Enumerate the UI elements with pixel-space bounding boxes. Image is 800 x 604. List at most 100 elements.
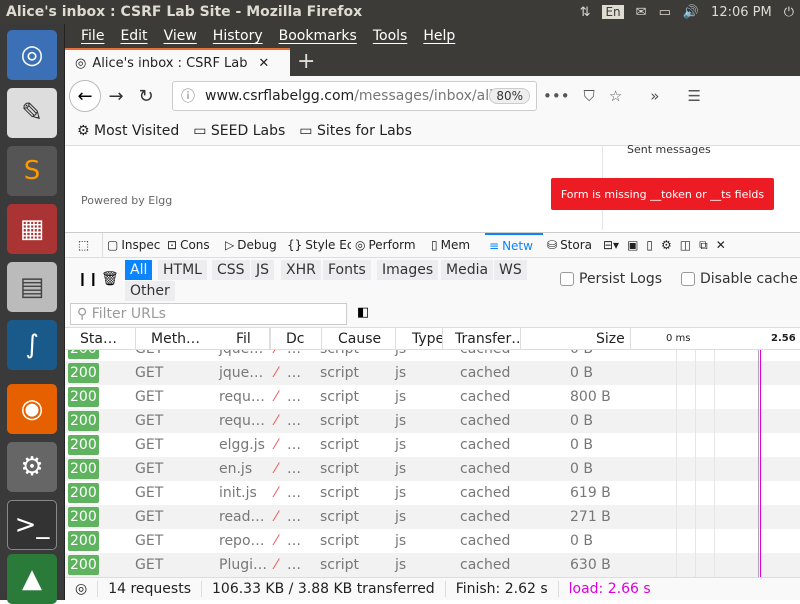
sublime-icon[interactable]: S	[7, 146, 57, 196]
dock-side-icon[interactable]: ◫	[676, 233, 695, 258]
wireshark-icon[interactable]: ∫	[7, 320, 57, 370]
bookmark-seed-labs[interactable]: ▭ SEED Labs	[193, 123, 285, 139]
tool-label: Netw	[502, 239, 533, 253]
powered-by-elgg[interactable]: Powered by Elgg	[81, 194, 172, 207]
request-row[interactable]: 200 GET repo… ⁄ … script js cached 0 B	[65, 529, 800, 553]
pocket-icon[interactable]: ⛉	[584, 87, 595, 105]
col-file[interactable]: Fil	[200, 328, 270, 350]
request-row[interactable]: 200 GET en.js ⁄ … script js cached 0 B	[65, 457, 800, 481]
persist-logs-checkbox[interactable]: Persist Logs	[560, 271, 662, 287]
filter-all[interactable]: All	[125, 260, 153, 280]
forward-button[interactable]: →	[101, 86, 131, 107]
window-title: Alice's inbox : CSRF Lab Site - Mozilla …	[6, 4, 363, 20]
request-row[interactable]: 200 GET jque… ⁄ … script js cached 0 B	[65, 361, 800, 385]
request-row[interactable]: 200 GET Plugi… ⁄ … script js cached 630 …	[65, 553, 800, 577]
new-tab-button[interactable]: +	[297, 48, 315, 76]
overflow-icon[interactable]: »	[650, 87, 659, 105]
bookmark-most-visited[interactable]: ⚙ Most Visited	[77, 123, 179, 139]
request-row[interactable]: 200 GET requ… ⁄ … script js cached 0 B	[65, 409, 800, 433]
close-devtools-icon[interactable]: ✕	[712, 233, 730, 258]
tab-console[interactable]: ⊡ Cons	[163, 233, 221, 258]
menu-bookmarks[interactable]: Bookmarks	[273, 28, 363, 44]
tab-inspector[interactable]: ▢ Inspec	[103, 233, 163, 258]
file: jque…	[219, 365, 264, 381]
filter-ws[interactable]: WS	[494, 260, 527, 280]
back-button[interactable]: ←	[69, 80, 101, 112]
tab-debugger[interactable]: ▷ Debug	[221, 233, 283, 258]
tab-memory[interactable]: ▯ Mem	[427, 233, 485, 258]
request-row[interactable]: 200 GET requ… ⁄ … script js cached 800 B	[65, 385, 800, 409]
col-domain[interactable]: Dc	[270, 328, 322, 350]
ubuntu-dash-icon[interactable]: ◎	[7, 30, 57, 80]
filter-xhr[interactable]: XHR	[281, 260, 321, 280]
keyboard-language[interactable]: En	[602, 5, 624, 19]
disable-cache-checkbox[interactable]: Disable cache	[681, 271, 798, 287]
request-row[interactable]: 200 GET init.js ⁄ … script js cached 619…	[65, 481, 800, 505]
text-editor-icon[interactable]: ✎	[7, 88, 57, 138]
close-tab-icon[interactable]: ✕	[258, 56, 269, 71]
col-status[interactable]: Sta…	[65, 328, 136, 350]
filter-media[interactable]: Media	[441, 260, 494, 280]
app-icon[interactable]: ▲	[7, 554, 57, 604]
col-size[interactable]: Size	[521, 328, 631, 350]
request-row[interactable]: 200 GET read… ⁄ … script js cached 271 B	[65, 505, 800, 529]
menu-help[interactable]: Help	[417, 28, 461, 44]
info-icon[interactable]: ⓘ	[181, 86, 195, 106]
layout-icon[interactable]: ⊟▾	[599, 233, 623, 258]
gear-icon[interactable]: ⚙	[657, 233, 676, 258]
page-actions-icon[interactable]: •••	[543, 87, 570, 105]
undock-icon[interactable]: ⧉	[695, 233, 712, 258]
split-console-icon[interactable]: ▣	[623, 233, 642, 258]
filter-html[interactable]: HTML	[158, 260, 207, 280]
col-type[interactable]: Type	[396, 328, 443, 350]
pause-icon[interactable]: ❙❙	[77, 272, 99, 287]
tab-alice-inbox[interactable]: ◎ Alice's inbox : CSRF Lab S ✕	[65, 48, 290, 76]
filter-fonts[interactable]: Fonts	[323, 260, 371, 280]
filter-images[interactable]: Images	[377, 260, 439, 280]
trash-icon[interactable]: 🗑	[101, 271, 119, 287]
responsive-icon[interactable]: ▯	[642, 233, 657, 258]
tab-network[interactable]: ≡ Netw	[485, 232, 543, 258]
reload-button[interactable]: ↻	[131, 86, 161, 107]
menu-tools[interactable]: Tools	[367, 28, 414, 44]
url-bar[interactable]: ⓘ www.csrflabelgg.com/messages/inbox/ali…	[172, 81, 537, 111]
filter-css[interactable]: CSS	[212, 260, 250, 280]
tab-storage[interactable]: ⛁ Stora	[543, 233, 599, 258]
power-icon[interactable]: ⏻	[784, 5, 794, 20]
terminal-app-icon[interactable]: ▦	[7, 204, 57, 254]
sent-messages-link[interactable]: Sent messages	[627, 143, 711, 156]
insecure-icon: ⁄	[275, 533, 278, 549]
files-icon[interactable]: ▤	[7, 262, 57, 312]
bookmark-sites-for-labs[interactable]: ▭ Sites for Labs	[299, 123, 412, 139]
cause: script	[320, 413, 360, 429]
bookmark-star-icon[interactable]: ☆	[609, 87, 622, 105]
tab-style-editor[interactable]: {} Style Ec	[283, 233, 351, 258]
status-badge: 200	[68, 435, 99, 455]
firefox-icon[interactable]: ◉	[7, 384, 57, 434]
pick-element-icon[interactable]: ⬚	[65, 232, 103, 258]
menu-edit[interactable]: Edit	[114, 28, 153, 44]
terminal-icon[interactable]: >_	[7, 500, 57, 550]
toggle-sidebar-icon[interactable]: ◧	[357, 305, 369, 320]
filter-urls-input[interactable]: ⚲ Filter URLs	[70, 303, 347, 325]
launcher: ◎ ✎ S ▦ ▤ ∫ ◉ ⚙ >_ ▲	[0, 24, 65, 604]
request-row[interactable]: 200 GET elgg.js ⁄ … script js cached 0 B	[65, 433, 800, 457]
battery-icon[interactable]: ▭	[659, 5, 671, 20]
menu-file[interactable]: File	[75, 28, 110, 44]
volume-icon[interactable]: 🔊	[683, 5, 699, 20]
performance-icon[interactable]: ◎	[65, 581, 99, 597]
menu-history[interactable]: History	[207, 28, 269, 44]
error-message[interactable]: Form is missing __token or __ts fields	[551, 178, 774, 210]
mail-icon[interactable]: ✉	[636, 5, 647, 20]
menu-view[interactable]: View	[158, 28, 203, 44]
zoom-level[interactable]: 80%	[489, 88, 530, 104]
settings-icon[interactable]: ⚙	[7, 442, 57, 492]
filter-other[interactable]: Other	[125, 281, 175, 301]
filter-js[interactable]: JS	[251, 260, 275, 280]
tab-performance[interactable]: ◎ Perform	[351, 233, 427, 258]
hamburger-menu-icon[interactable]: ☰	[687, 87, 700, 105]
col-cause[interactable]: Cause	[322, 328, 396, 350]
network-icon[interactable]: ⇅	[580, 5, 591, 20]
clock[interactable]: 12:06 PM	[711, 5, 772, 20]
col-transferred[interactable]: Transfer…	[443, 328, 521, 350]
